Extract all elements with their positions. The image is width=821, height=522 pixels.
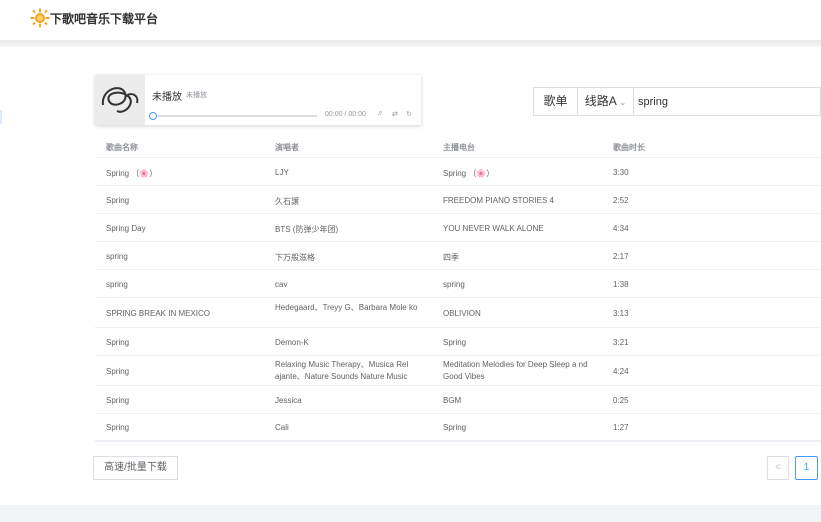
song-name[interactable]: Spring Day [106, 224, 146, 233]
time-display: 00:00 / 00:00 [325, 111, 366, 118]
artist-name: BTS (防弹少年团) [275, 225, 339, 234]
prev-page-button[interactable]: < [767, 456, 789, 480]
song-name[interactable]: Spring [106, 367, 129, 376]
station-name: BGM [443, 396, 462, 405]
album-art-icon [95, 75, 145, 125]
station-name: OBLIVION [443, 309, 481, 318]
column-header-artist: 演唱者 [275, 143, 299, 152]
song-name[interactable]: spring [106, 280, 128, 289]
artist-name: Hedegaard、Treyy G、Barbara Mole ko [275, 303, 418, 312]
song-name[interactable]: Spring [106, 396, 129, 405]
station-name: Spring [443, 423, 467, 432]
station-name: spring [443, 280, 465, 289]
table-row[interactable]: Spring 久石譲 FREEDOM PIANO STORIES 4 2:52 [95, 186, 821, 214]
table-row[interactable]: SPRING BREAK IN MEXICO Hedegaard、Treyy G… [95, 298, 821, 328]
audio-player: 未播放 未播放 00:00 / 00:00 ♬ ⇄ ↻ [95, 75, 421, 125]
song-name[interactable]: Spring [106, 196, 129, 205]
column-header-duration: 歌曲时长 [613, 143, 645, 152]
site-title[interactable]: 下歌吧音乐下载平台 [50, 10, 158, 27]
footer [0, 505, 821, 522]
batch-download-button[interactable]: 高速/批量下载 [93, 456, 178, 480]
table-row[interactable]: spring 下万般滋格 四季 2:17 [95, 242, 821, 270]
chevron-down-icon: ⌄ [619, 98, 627, 107]
search-type-label: 歌单 [543, 94, 568, 108]
song-duration: 0:25 [613, 396, 629, 405]
station-name: Spring （🌸） [443, 169, 495, 178]
table-header: 歌曲名称 演唱者 主播电台 歌曲时长 [95, 133, 821, 158]
station-name: Spring [443, 338, 467, 347]
song-duration: 1:27 [613, 423, 629, 432]
song-duration: 4:34 [613, 224, 629, 233]
column-header-station: 主播电台 [443, 143, 475, 152]
station-name: 四季 [443, 253, 459, 262]
station-name: Meditation Melodies for Deep Sleep a nd … [443, 360, 588, 381]
song-duration: 3:21 [613, 338, 629, 347]
artist-name: cav [275, 280, 288, 289]
artist-name: 下万般滋格 [275, 253, 315, 262]
header-divider [0, 40, 821, 47]
table-row[interactable]: Spring Day BTS (防弹少年团) YOU NEVER WALK AL… [95, 214, 821, 242]
header: 下歌吧音乐下载平台 [0, 0, 821, 40]
song-duration: 2:17 [613, 252, 629, 261]
search-bar: 歌单 线路A ⌄ [533, 87, 821, 116]
station-name: YOU NEVER WALK ALONE [443, 224, 544, 233]
artist-name: LJY [275, 168, 289, 177]
artist-name: Jessica [275, 396, 302, 405]
line-select[interactable]: 线路A ⌄ [578, 88, 634, 115]
table-row[interactable]: Spring Jessica BGM 0:25 [95, 386, 821, 414]
song-name[interactable]: Spring [106, 423, 129, 432]
song-duration: 3:30 [613, 168, 629, 177]
station-name: FREEDOM PIANO STORIES 4 [443, 196, 554, 205]
table-bottom-border [95, 440, 821, 442]
table-row[interactable]: Spring Cali Spring 1:27 [95, 414, 821, 440]
song-duration: 4:24 [613, 367, 629, 376]
song-duration: 3:13 [613, 309, 629, 318]
artist-name: Relaxing Music Therapy、Musica Rel ajante… [275, 360, 409, 381]
song-name[interactable]: SPRING BREAK IN MEXICO [106, 309, 210, 318]
artist-name: Cali [275, 423, 289, 432]
progress-handle[interactable] [149, 112, 157, 120]
artist-name: Demon-K [275, 338, 309, 347]
line-select-label: 线路A [584, 94, 617, 108]
sun-logo-icon[interactable] [30, 8, 50, 28]
search-type-select[interactable]: 歌单 [534, 88, 578, 115]
table-row[interactable]: spring cav spring 1:38 [95, 270, 821, 298]
song-name[interactable]: spring [106, 252, 128, 261]
side-marker [0, 110, 2, 124]
table-row[interactable]: Spring Demon-K Spring 3:21 [95, 328, 821, 356]
song-name[interactable]: Spring （🌸） [106, 168, 157, 179]
progress-bar[interactable] [149, 112, 317, 120]
song-name[interactable]: Spring [106, 338, 129, 347]
search-input[interactable] [638, 88, 818, 115]
page-number-current[interactable]: 1 [795, 456, 818, 480]
table-row[interactable]: Spring Relaxing Music Therapy、Musica Rel… [95, 356, 821, 386]
track-artist: 未播放 [186, 92, 207, 99]
song-duration: 2:52 [613, 196, 629, 205]
volume-icon[interactable]: ♬ [377, 110, 384, 117]
artist-name: 久石譲 [275, 197, 299, 206]
column-header-song: 歌曲名称 [106, 143, 138, 152]
loop-icon[interactable]: ↻ [406, 110, 412, 118]
track-title: 未播放 [152, 92, 182, 103]
table-row[interactable]: Spring （🌸） LJY Spring （🌸） 3:30 [95, 158, 821, 186]
shuffle-icon[interactable]: ⇄ [392, 110, 398, 118]
album-cover [95, 75, 145, 125]
song-duration: 1:38 [613, 280, 629, 289]
